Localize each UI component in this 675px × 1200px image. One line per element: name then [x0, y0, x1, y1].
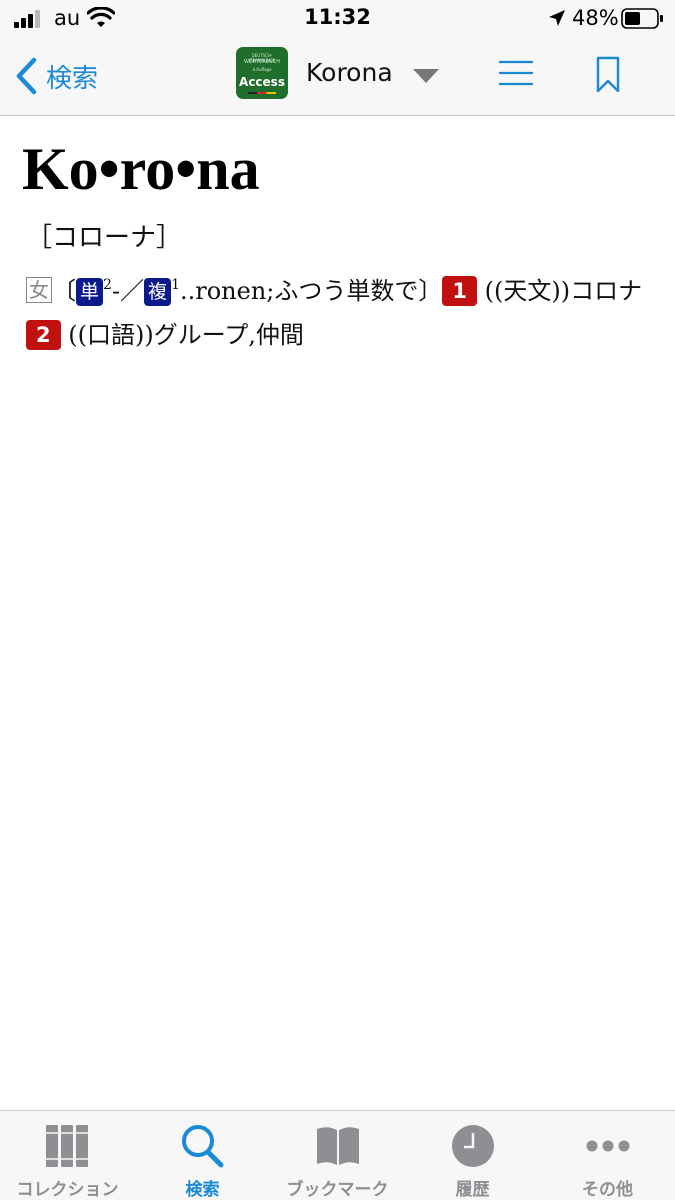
gender-tag: 女	[26, 277, 52, 303]
collection-books-icon	[46, 1125, 88, 1167]
plural-superscript: 1	[171, 277, 180, 293]
tab-history[interactable]: 履歴	[405, 1111, 540, 1200]
sense-text: ((天文))コロナ	[484, 277, 643, 305]
tab-bookmark[interactable]: ブックマーク	[270, 1111, 405, 1200]
separator: ／	[120, 277, 145, 305]
tab-collection[interactable]: コレクション	[0, 1111, 135, 1200]
bookmark-icon[interactable]	[596, 56, 620, 94]
flag-stripe	[248, 92, 276, 94]
tab-label: 検索	[185, 1180, 220, 1200]
back-button-label: 検索	[46, 63, 99, 94]
menu-lines-icon[interactable]	[498, 56, 534, 90]
tab-label: その他	[582, 1180, 633, 1200]
singular-superscript: 2	[103, 277, 112, 293]
entry-content: Ko•ro•na ［コローナ］ 女〔単 2-／複 1..ronen;ふつう単数で〕 1…	[0, 117, 675, 1110]
navigation-bar: 検索 DEUTSCH-JAPANISCHES WÖRTERBUCH 4.Aufl…	[0, 36, 675, 116]
plural-tag: 複	[144, 278, 172, 306]
bracket-close: 〕	[418, 277, 443, 305]
dropdown-triangle-icon[interactable]	[412, 68, 440, 84]
tab-more[interactable]: その他	[540, 1111, 675, 1200]
more-dots-icon	[586, 1140, 630, 1152]
bracket-open: 〔	[52, 277, 76, 305]
tab-label: ブックマーク	[286, 1180, 389, 1200]
location-arrow-icon	[549, 10, 565, 26]
definition: 女〔単 2-／複 1..ronen;ふつう単数で〕 1 ((天文))コロナ2 ((口語…	[26, 263, 656, 357]
headword: Ko•ro•na	[22, 136, 260, 202]
app-icon-small-text: 4.Auflage	[252, 67, 272, 72]
singular-tag: 単	[76, 278, 104, 306]
battery-icon	[621, 8, 663, 29]
pronunciation: ［コローナ］	[26, 223, 183, 253]
back-button[interactable]: 検索	[14, 56, 98, 96]
sense-text: ((口語))グループ,仲間	[68, 321, 304, 349]
tab-bar: コレクション 検索 ブックマーク 履歴 その他	[0, 1110, 675, 1200]
tab-label: コレクション	[16, 1180, 119, 1200]
app-icon-name: Access	[239, 75, 285, 89]
plural-form: ..ronen;ふつう単数で	[179, 277, 419, 305]
sense-number: 2	[26, 320, 61, 350]
dictionary-app-icon: DEUTSCH-JAPANISCHES WÖRTERBUCH 4.Auflage…	[236, 47, 288, 99]
search-icon	[182, 1125, 224, 1168]
chevron-left-icon	[16, 57, 37, 95]
clock-icon	[452, 1125, 494, 1167]
status-bar: au 11:32 48%	[0, 0, 675, 36]
battery-percent: 48%	[572, 6, 619, 30]
singular-suffix: -	[111, 277, 121, 305]
tab-label: 履歴	[455, 1180, 490, 1200]
dictionary-title[interactable]: Korona	[306, 58, 393, 87]
tab-search[interactable]: 検索	[135, 1111, 270, 1200]
sense-number: 1	[442, 276, 477, 306]
open-book-icon	[317, 1127, 359, 1165]
app-icon-small-text: WÖRTERBUCH	[243, 59, 281, 65]
